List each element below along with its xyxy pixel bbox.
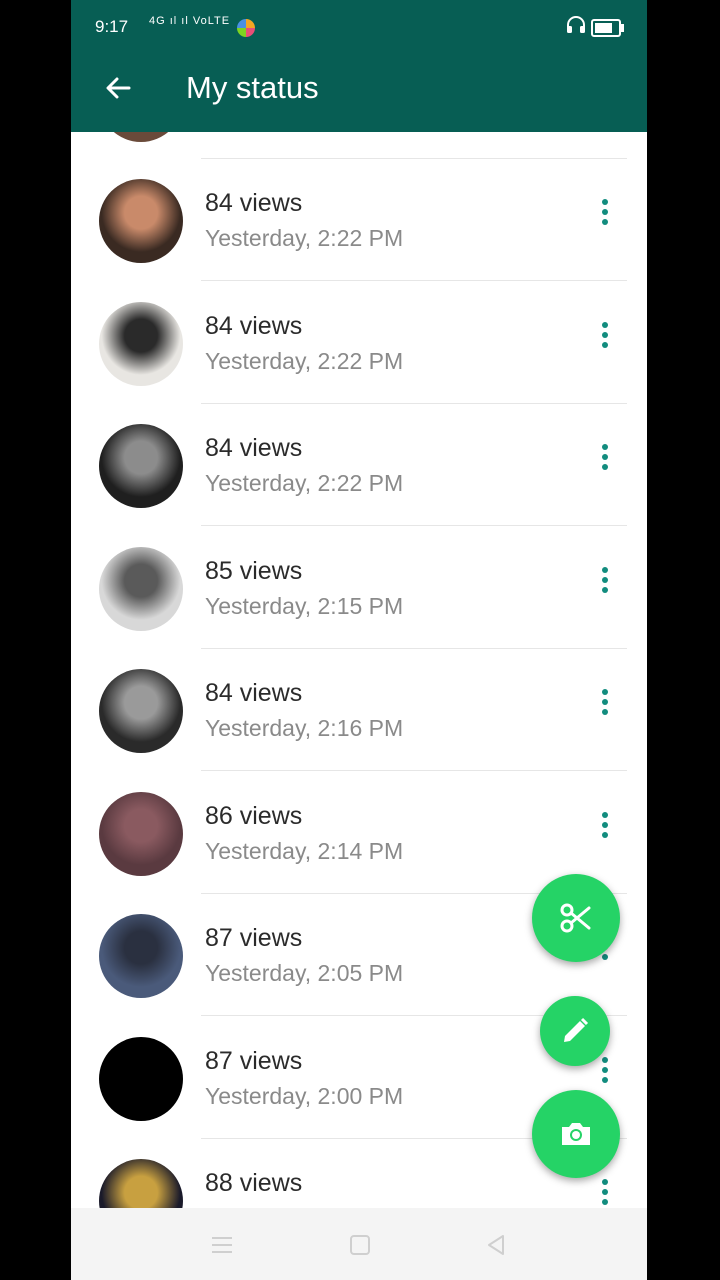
more-options-button[interactable]	[591, 563, 619, 607]
home-icon	[350, 1235, 370, 1255]
status-time: Yesterday, 2:15 PM	[205, 592, 404, 619]
status-bar: 9:17 4G ıl ıl VoLTE	[71, 0, 647, 44]
more-options-button[interactable]	[591, 440, 619, 484]
status-thumbnail[interactable]	[99, 669, 183, 753]
arrow-left-icon	[106, 77, 131, 99]
more-vert-icon	[602, 1179, 608, 1185]
signal-icon: 4G ıl ıl VoLTE	[149, 15, 231, 27]
back-nav-button[interactable]	[483, 1232, 509, 1258]
triangle-back-icon	[488, 1235, 504, 1255]
more-vert-icon	[602, 321, 608, 328]
camera-icon	[562, 1123, 590, 1145]
status-views: 84 views	[205, 189, 303, 217]
scissors-icon	[560, 903, 591, 933]
more-vert-icon	[602, 689, 608, 695]
pencil-icon	[564, 1017, 589, 1042]
more-vert-icon	[602, 1056, 608, 1063]
more-options-button[interactable]	[591, 685, 619, 729]
status-views: 88 views	[205, 1169, 303, 1197]
headset-icon	[565, 15, 587, 40]
status-row[interactable]: 84 views Yesterday, 2:22 PM	[71, 159, 647, 281]
status-thumbnail[interactable]	[99, 546, 183, 631]
status-row[interactable]: 85 views Yesterday, 2:15 PM	[71, 527, 647, 649]
battery-icon	[591, 19, 624, 37]
app-bar: My status	[71, 44, 647, 132]
status-views: 84 views	[205, 434, 303, 462]
menu-nav-button[interactable]	[209, 1232, 235, 1258]
more-vert-icon	[602, 811, 608, 818]
status-time: Yesterday, 2:14 PM	[205, 837, 404, 864]
more-vert-icon	[602, 444, 608, 450]
status-row[interactable]: 84 views Yesterday, 2:22 PM	[71, 404, 647, 526]
status-views: 87 views	[205, 924, 303, 952]
status-thumbnail[interactable]	[99, 914, 183, 998]
phone-screen: 9:17 4G ıl ıl VoLTE My status 84 views Y…	[71, 0, 647, 1280]
status-thumbnail[interactable]	[99, 424, 183, 508]
more-vert-icon	[602, 566, 608, 573]
status-row[interactable]: 84 views Yesterday, 2:16 PM	[71, 649, 647, 771]
status-time: Yesterday, 2:22 PM	[205, 347, 404, 374]
status-views: 87 views	[205, 1046, 303, 1075]
cut-fab-button[interactable]	[532, 874, 620, 962]
system-nav-bar	[71, 1208, 647, 1280]
status-time: Yesterday, 2:05 PM	[205, 960, 404, 986]
status-row[interactable]: 86 views Yesterday, 2:14 PM	[71, 772, 647, 894]
status-time: Yesterday, 2:00 PM	[205, 1082, 404, 1109]
status-time: Yesterday, 2:22 PM	[205, 225, 404, 251]
status-views: 84 views	[205, 679, 303, 707]
menu-icon	[212, 1237, 232, 1253]
status-thumbnail[interactable]	[99, 179, 183, 263]
edit-fab-button[interactable]	[540, 996, 610, 1066]
status-thumbnail	[99, 132, 183, 142]
status-views: 84 views	[205, 311, 303, 340]
home-nav-button[interactable]	[347, 1232, 373, 1258]
status-time: Yesterday, 2:22 PM	[205, 470, 404, 496]
status-thumbnail[interactable]	[99, 1036, 183, 1121]
page-title: My status	[186, 70, 319, 105]
camera-fab-button[interactable]	[532, 1090, 620, 1178]
app-notification-icon	[237, 19, 255, 37]
back-button[interactable]	[99, 68, 139, 108]
status-thumbnail[interactable]	[99, 301, 183, 386]
status-views: 86 views	[205, 801, 303, 830]
status-time: Yesterday, 2:16 PM	[205, 715, 404, 741]
more-options-button[interactable]	[591, 318, 619, 362]
more-options-button[interactable]	[591, 808, 619, 852]
status-row-partial[interactable]	[71, 132, 647, 158]
more-vert-icon	[602, 199, 608, 205]
status-thumbnail[interactable]	[99, 791, 183, 876]
status-views: 85 views	[205, 556, 303, 585]
status-time: 9:17	[95, 17, 129, 36]
status-row[interactable]: 84 views Yesterday, 2:22 PM	[71, 282, 647, 404]
more-options-button[interactable]	[591, 195, 619, 239]
